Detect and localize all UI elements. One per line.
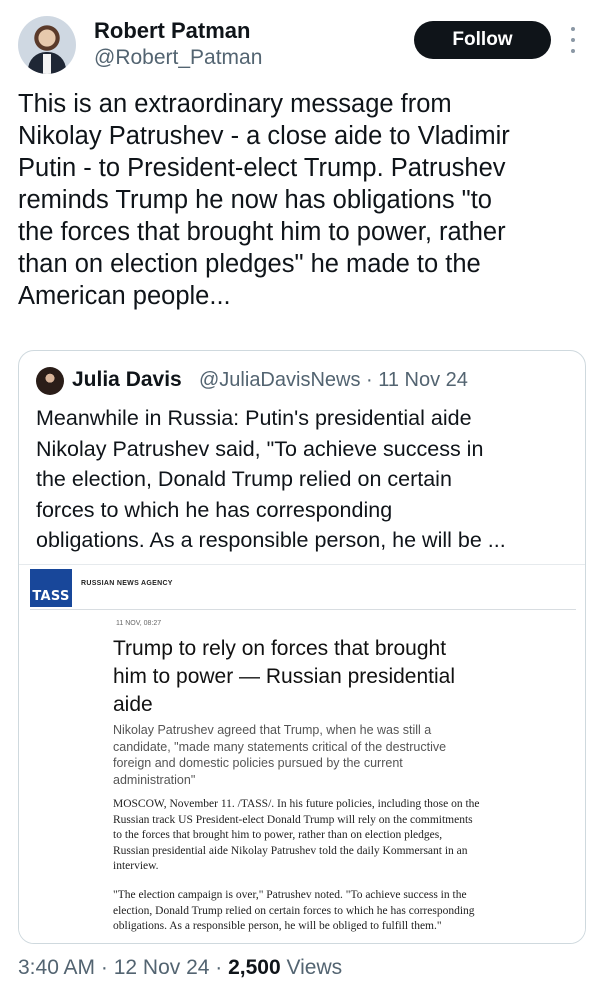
tweet-header: Robert Patman @Robert_Patman Follow	[18, 14, 588, 78]
tweet-timestamp[interactable]: 3:40 AM · 12 Nov 24 ·	[18, 956, 228, 979]
article-date: 11 NOV, 08:27	[116, 620, 162, 627]
author-handle[interactable]: @Robert_Patman	[94, 46, 262, 70]
tass-logo: TASS	[30, 569, 72, 607]
more-options-icon[interactable]	[568, 27, 578, 53]
article-lead: Nikolay Patrushev agreed that Trump, whe…	[113, 723, 447, 787]
tweet-meta: 3:40 AM · 12 Nov 24 · 2,500 Views	[18, 956, 342, 980]
article-body-paragraph: MOSCOW, November 11. /TASS/. In his futu…	[113, 798, 480, 872]
quoted-author-handle-date: @JuliaDavisNews · 11 Nov 24	[199, 369, 468, 391]
quoted-tweet[interactable]: Julia Davis @JuliaDavisNews · 11 Nov 24 …	[18, 350, 586, 944]
quoted-author-avatar	[36, 367, 64, 395]
article-divider	[30, 609, 576, 610]
avatar-shirt-shape	[43, 54, 51, 74]
follow-button[interactable]: Follow	[414, 21, 551, 59]
view-count: 2,500	[228, 956, 281, 979]
quoted-author-name: Julia Davis	[72, 368, 182, 391]
agency-label: RUSSIAN NEWS AGENCY	[81, 580, 173, 587]
article-body-paragraph-quote: "The election campaign is over," Patrush…	[113, 889, 475, 932]
quoted-tweet-text: Meanwhile in Russia: Putin's presidentia…	[36, 406, 506, 552]
tweet-text: This is an extraordinary message from Ni…	[18, 90, 510, 310]
author-display-name[interactable]: Robert Patman	[94, 18, 250, 44]
views-label: Views	[280, 956, 343, 979]
author-avatar[interactable]	[18, 16, 76, 74]
article-screenshot-image[interactable]: TASS RUSSIAN NEWS AGENCY 11 NOV, 08:27 T…	[19, 564, 585, 943]
article-headline: Trump to rely on forces that brought him…	[113, 637, 455, 716]
